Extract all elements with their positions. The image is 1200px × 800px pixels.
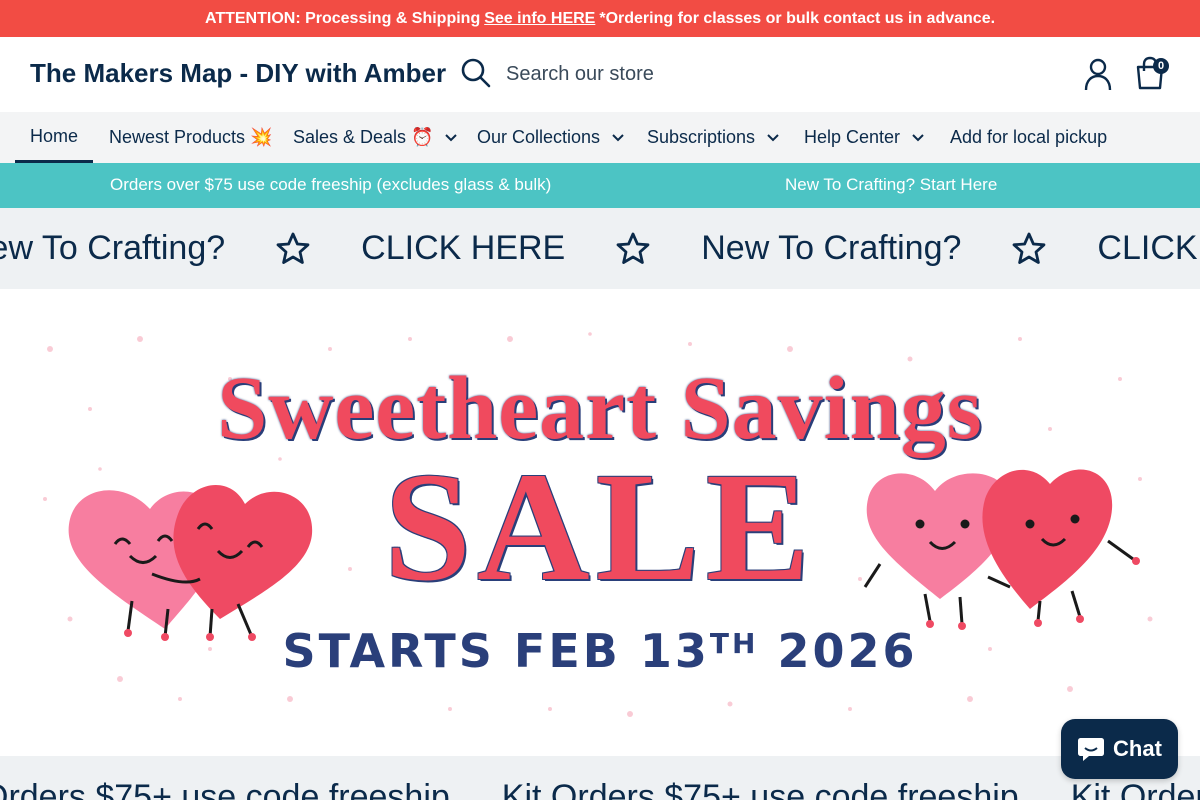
banner-date-year: 2026 <box>777 624 918 678</box>
bottom-marquee-text: Kit Orders $75+ use code freeship <box>501 778 1019 800</box>
store-logo[interactable]: The Makers Map - DIY with Amber <box>30 58 446 89</box>
sale-banner[interactable]: Sweetheart Savings SALE STARTS FEB 13TH … <box>30 319 1170 727</box>
chevron-down-icon <box>912 133 924 141</box>
nav-item-label: Subscriptions <box>647 127 756 147</box>
main-nav: Home Newest Products 💥 Sales & Deals ⏰ O… <box>0 112 1200 163</box>
nav-item-label: Home <box>30 125 79 146</box>
star-icon <box>1013 232 1046 264</box>
nav-item-home[interactable]: Home <box>15 112 94 163</box>
chevron-down-icon <box>767 133 779 141</box>
chevron-down-icon <box>445 133 458 141</box>
nav-item-sales-deals[interactable]: Sales & Deals ⏰ <box>293 112 458 163</box>
nav-item-help-center[interactable]: Help Center <box>804 112 924 163</box>
nav-item-local-pickup[interactable]: Add for local pickup <box>950 112 1107 163</box>
site-header: The Makers Map - DIY with Amber 0 <box>0 37 1200 112</box>
nav-item-label: Help Center <box>804 127 901 147</box>
chevron-down-icon <box>612 133 624 141</box>
announcement-suffix: *Ordering for classes or bulk contact us… <box>599 9 996 27</box>
bottom-promo-marquee[interactable]: Orders $75+ use code freeship Kit Orders… <box>0 756 1200 800</box>
nav-item-label: Newest Products 💥 <box>109 127 273 147</box>
scrolling-marquee[interactable]: New To Crafting? CLICK HERE New To Craft… <box>0 208 1200 289</box>
star-icon <box>616 232 650 264</box>
nav-item-label: Add for local pickup <box>950 127 1108 147</box>
promo-info-bar: Orders over $75 use code freeship (exclu… <box>0 163 1200 208</box>
banner-date: STARTS FEB 13TH 2026 <box>30 624 1170 678</box>
star-icon <box>276 232 310 264</box>
banner-date-prefix: STARTS FEB 13 <box>282 624 710 678</box>
chat-label: Chat <box>1113 736 1162 761</box>
marquee-text[interactable]: CLICK HERE <box>1097 229 1200 268</box>
banner-date-suffix: TH <box>709 627 759 660</box>
announcement-prefix: ATTENTION: Processing & Shipping <box>204 9 481 27</box>
account-icon[interactable] <box>1082 57 1114 91</box>
marquee-text[interactable]: New To Crafting? <box>701 229 961 268</box>
marquee-track: New To Crafting? CLICK HERE New To Craft… <box>0 208 1200 289</box>
banner-sale-text: SALE <box>384 440 816 613</box>
nav-item-label: Sales & Deals ⏰ <box>293 127 434 147</box>
announcement-link[interactable]: See info HERE <box>484 10 595 28</box>
marquee-text[interactable]: New To Crafting? <box>0 229 225 268</box>
announcement-bar: ATTENTION: Processing & Shipping See inf… <box>0 0 1200 37</box>
bottom-marquee-track: Orders $75+ use code freeship Kit Orders… <box>0 778 1200 800</box>
search-icon[interactable] <box>460 57 492 89</box>
nav-item-label: Our Collections <box>477 127 601 147</box>
chat-button[interactable]: Chat <box>1061 719 1178 779</box>
freeship-promo-link[interactable]: Orders over $75 use code freeship (exclu… <box>110 175 551 195</box>
marquee-text[interactable]: CLICK HERE <box>361 229 565 268</box>
cart-count-badge: 0 <box>1153 58 1169 74</box>
bottom-marquee-text: Orders $75+ use code freeship <box>0 778 450 800</box>
nav-item-our-collections[interactable]: Our Collections <box>477 112 624 163</box>
bottom-marquee-text: Kit Orders $75+ use code freeship <box>1070 778 1200 800</box>
nav-item-subscriptions[interactable]: Subscriptions <box>647 112 779 163</box>
chat-icon <box>1078 738 1105 761</box>
nav-item-newest-products[interactable]: Newest Products 💥 <box>109 112 272 163</box>
start-here-link[interactable]: New To Crafting? Start Here <box>785 175 997 195</box>
search-input[interactable] <box>500 55 800 93</box>
